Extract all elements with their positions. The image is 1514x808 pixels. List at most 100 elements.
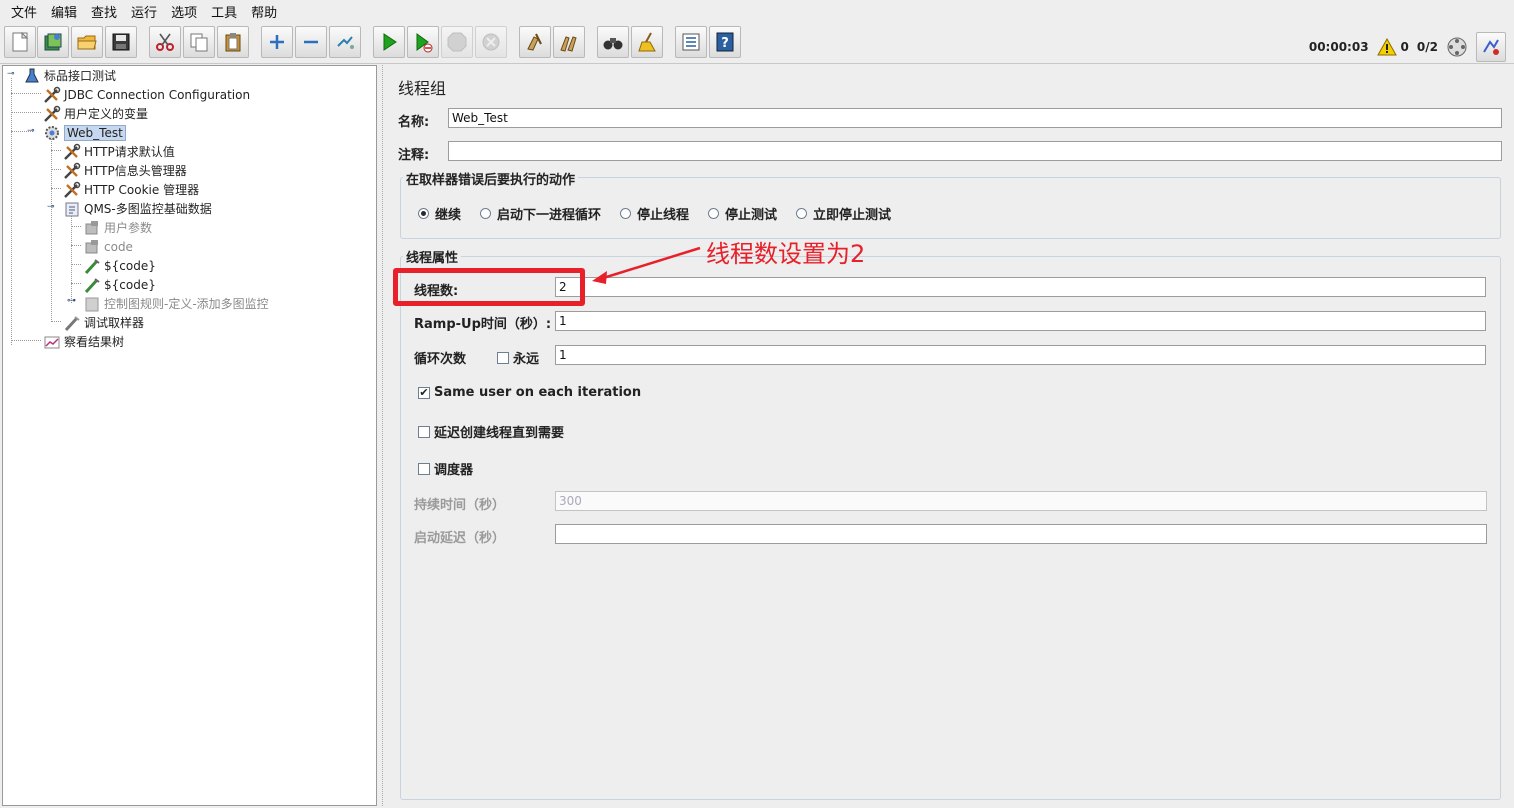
menu-options[interactable]: 选项 bbox=[164, 2, 204, 21]
warning-count: 0 bbox=[1400, 40, 1409, 54]
config-tool-icon bbox=[63, 143, 81, 161]
tree-item-test-plan[interactable]: 标品接口测试 bbox=[23, 66, 116, 85]
reset-search-button[interactable] bbox=[631, 26, 663, 58]
tree-item-http-defaults[interactable]: HTTP请求默认值 bbox=[63, 142, 175, 161]
tree-toggle-controller[interactable]: ⊶ bbox=[67, 297, 76, 306]
startup-delay-label: 启动延迟（秒） bbox=[414, 531, 506, 546]
save-icon bbox=[112, 33, 130, 51]
duration-input[interactable] bbox=[555, 491, 1487, 511]
panel-title: 线程组 bbox=[398, 79, 447, 98]
config-tool-icon bbox=[43, 86, 61, 104]
config-tool-icon bbox=[63, 162, 81, 180]
pen-icon bbox=[63, 314, 81, 332]
menu-tools[interactable]: 工具 bbox=[204, 2, 244, 21]
cut-icon bbox=[156, 33, 174, 51]
menu-bar: 文件 编辑 查找 运行 选项 工具 帮助 bbox=[0, 0, 1514, 22]
name-input[interactable] bbox=[448, 108, 1502, 128]
clear-all-icon bbox=[560, 36, 577, 52]
tree-toggle-webtest[interactable]: ⊸ bbox=[27, 127, 35, 136]
shutdown-button[interactable] bbox=[475, 26, 507, 58]
tree-item-label: 标品接口测试 bbox=[44, 69, 117, 83]
expand-all-button[interactable] bbox=[261, 26, 293, 58]
tree-item-label: code bbox=[104, 239, 133, 254]
copy-button[interactable] bbox=[183, 26, 215, 58]
loop-input[interactable] bbox=[555, 345, 1486, 365]
menu-run[interactable]: 运行 bbox=[124, 2, 164, 21]
radio-continue[interactable]: 继续 bbox=[418, 204, 461, 223]
menu-search[interactable]: 查找 bbox=[84, 2, 124, 21]
radio-stop-test-now[interactable]: 立即停止测试 bbox=[796, 204, 891, 223]
tree-item-label: 察看结果树 bbox=[64, 335, 125, 349]
function-helper-button[interactable] bbox=[675, 26, 707, 58]
comment-input[interactable] bbox=[448, 141, 1502, 161]
new-button[interactable] bbox=[4, 26, 36, 58]
startup-delay-input[interactable] bbox=[555, 524, 1487, 544]
tree-item-label: 调试取样器 bbox=[84, 316, 145, 330]
clear-all-button[interactable] bbox=[553, 26, 585, 58]
listener-chart-icon bbox=[43, 333, 61, 351]
tree-item-label: 控制图规则-定义-添加多图监控 bbox=[104, 297, 269, 311]
collapse-all-button[interactable] bbox=[295, 26, 327, 58]
annotation-highlight-box bbox=[393, 268, 585, 306]
tree-item-code-param[interactable]: code bbox=[83, 237, 133, 256]
stop-button[interactable] bbox=[441, 26, 473, 58]
user-params-icon bbox=[83, 238, 101, 256]
tree-item-results-tree[interactable]: 察看结果树 bbox=[43, 332, 124, 351]
clear-button[interactable] bbox=[519, 26, 551, 58]
toolbar: ? 00:00:03 0 0/2 bbox=[0, 22, 1514, 64]
radio-start-next-loop[interactable]: 启动下一进程循环 bbox=[480, 204, 601, 223]
log-viewer-button[interactable] bbox=[1476, 32, 1506, 62]
save-button[interactable] bbox=[105, 26, 137, 58]
toggle-button[interactable] bbox=[329, 26, 361, 58]
scheduler-checkbox[interactable]: 调度器 bbox=[418, 459, 473, 478]
radio-stop-thread[interactable]: 停止线程 bbox=[620, 204, 689, 223]
tree-item-jdbc-config[interactable]: JDBC Connection Configuration bbox=[43, 85, 250, 104]
paste-button[interactable] bbox=[217, 26, 249, 58]
test-plan-tree: ⊸ ⊸ ⊸ ⊶ 标品接口测试 JDBC Connection Configura… bbox=[2, 65, 377, 806]
tree-item-debug-sampler[interactable]: 调试取样器 bbox=[63, 313, 144, 332]
name-label: 名称: bbox=[398, 115, 430, 130]
menu-help[interactable]: 帮助 bbox=[244, 2, 284, 21]
start-button[interactable] bbox=[373, 26, 405, 58]
tree-item-code-sampler-2[interactable]: ${code} bbox=[83, 275, 156, 294]
help-icon: ? bbox=[716, 32, 734, 52]
tree-item-user-params[interactable]: 用户参数 bbox=[83, 218, 152, 237]
tree-item-header-manager[interactable]: HTTP信息头管理器 bbox=[63, 161, 187, 180]
menu-file[interactable]: 文件 bbox=[4, 2, 44, 21]
tree-item-user-vars[interactable]: 用户定义的变量 bbox=[43, 104, 148, 123]
tree-item-cookie-manager[interactable]: HTTP Cookie 管理器 bbox=[63, 180, 199, 199]
tree-item-qms-data[interactable]: QMS-多图监控基础数据 bbox=[63, 199, 212, 218]
radio-stop-test[interactable]: 停止测试 bbox=[708, 204, 777, 223]
tree-item-code-sampler-1[interactable]: ${code} bbox=[83, 256, 156, 275]
toggle-icon bbox=[337, 36, 354, 49]
svg-text:?: ? bbox=[721, 36, 729, 51]
tree-item-web-test[interactable]: Web_Test bbox=[43, 123, 126, 142]
thread-group-gear-icon bbox=[43, 124, 61, 142]
tree-toggle-qms[interactable]: ⊸ bbox=[47, 203, 55, 212]
annotation-text: 线程数设置为2 bbox=[706, 240, 866, 268]
copy-icon bbox=[190, 33, 208, 52]
tree-item-label: JDBC Connection Configuration bbox=[64, 87, 251, 102]
warning-icon[interactable] bbox=[1376, 38, 1397, 56]
play-icon bbox=[383, 33, 397, 51]
help-button[interactable]: ? bbox=[709, 26, 741, 58]
delay-create-checkbox[interactable]: 延迟创建线程直到需要 bbox=[418, 422, 564, 441]
menu-edit[interactable]: 编辑 bbox=[44, 2, 84, 21]
search-button[interactable] bbox=[597, 26, 629, 58]
open-button[interactable] bbox=[71, 26, 103, 58]
forever-checkbox[interactable]: 永远 bbox=[497, 348, 539, 367]
tree-item-controller[interactable]: 控制图规则-定义-添加多图监控 bbox=[83, 294, 269, 313]
templates-button[interactable] bbox=[37, 26, 69, 58]
thread-props-title: 线程属性 bbox=[403, 247, 462, 266]
error-action-title: 在取样器错误后要执行的动作 bbox=[403, 169, 579, 188]
same-user-checkbox[interactable]: ✔ Same user on each iteration bbox=[418, 385, 641, 400]
cut-button[interactable] bbox=[149, 26, 181, 58]
clear-icon bbox=[527, 33, 542, 51]
plus-icon bbox=[270, 35, 284, 49]
tree-toggle-root[interactable]: ⊸ bbox=[7, 70, 15, 79]
comment-label: 注释: bbox=[398, 148, 430, 163]
threads-input[interactable] bbox=[555, 277, 1486, 297]
start-no-pause-button[interactable] bbox=[407, 26, 439, 58]
rampup-input[interactable] bbox=[555, 311, 1486, 331]
controller-icon bbox=[83, 295, 101, 313]
